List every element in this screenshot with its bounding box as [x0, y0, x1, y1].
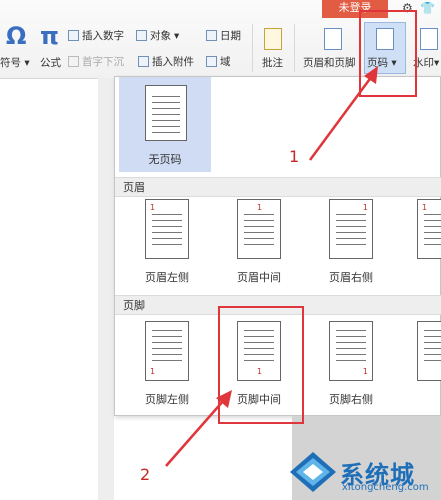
step2-arrow-shaft [165, 399, 225, 467]
step1-arrowhead [364, 66, 378, 84]
step2-number: 2 [140, 465, 151, 484]
step1-arrow-shaft [308, 75, 374, 161]
annotation-arrows [165, 66, 378, 467]
watermark-url: xitongcheng.com [342, 482, 429, 493]
step1-number: 1 [289, 147, 300, 166]
xitongcheng-logo-icon [290, 452, 336, 492]
